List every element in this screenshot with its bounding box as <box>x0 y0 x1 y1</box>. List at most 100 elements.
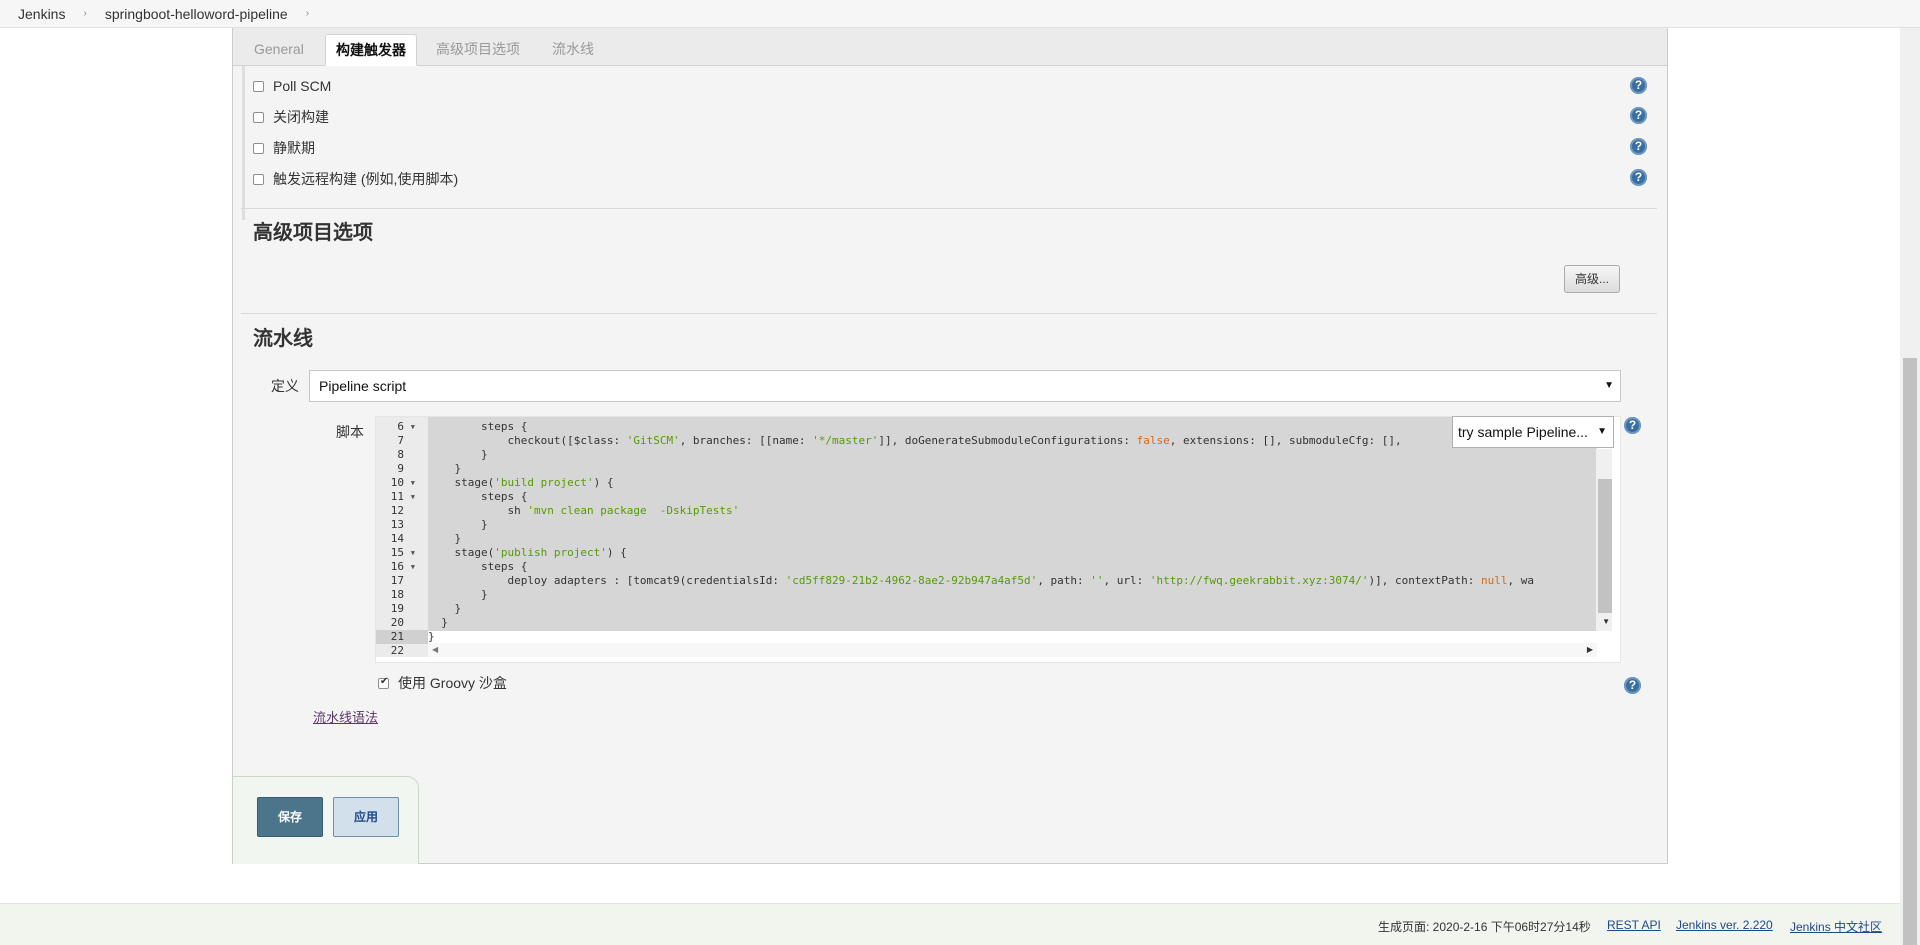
scrollbar-thumb[interactable] <box>1903 358 1917 945</box>
definition-select[interactable]: Pipeline script ▼ <box>309 370 1621 402</box>
line-number-gutter: 6 ▼ 7 8 9 10 ▼ 11 ▼ 12 13 14 15 ▼ 16 ▼ 17 18 19 20 21 22 <box>376 417 428 657</box>
config-panel: General 构建触发器 高级项目选项 流水线 Poll SCM 关闭构建 静… <box>232 28 1668 864</box>
breadcrumb-project[interactable]: springboot-helloword-pipeline <box>105 6 288 22</box>
scrollbar-thumb[interactable] <box>1598 479 1612 613</box>
fold-arrow-icon[interactable]: ▼ <box>411 546 415 560</box>
code-token: stage( <box>454 546 495 559</box>
code-token: stage( <box>454 476 495 489</box>
keyword-token: false <box>1136 434 1170 447</box>
code-token: steps { <box>480 560 528 573</box>
help-icon[interactable]: ? <box>1630 138 1647 155</box>
line-number: 21 <box>376 630 428 644</box>
trigger-disable-build[interactable]: 关闭构建 <box>253 107 329 127</box>
section-divider <box>241 208 1657 209</box>
breadcrumb-separator-icon[interactable]: › <box>83 8 86 19</box>
line-number: 19 <box>376 602 428 616</box>
code-token: } <box>480 518 488 531</box>
fold-arrow-icon[interactable]: ▼ <box>411 560 415 574</box>
line-number-text: 7 <box>397 434 404 447</box>
tab-pipeline[interactable]: 流水线 <box>542 34 604 66</box>
string-literal: 'GitSCM' <box>626 434 680 447</box>
section-stripe <box>242 66 245 220</box>
tab-build-triggers[interactable]: 构建触发器 <box>325 34 417 66</box>
fold-arrow-icon[interactable]: ▼ <box>411 420 415 434</box>
help-icon[interactable]: ? <box>1630 169 1647 186</box>
line-number-text: 18 <box>390 588 404 601</box>
groovy-sandbox-row[interactable]: 使用 Groovy 沙盒 <box>378 673 507 693</box>
line-number: 17 <box>376 574 428 588</box>
code-token: } <box>454 532 462 545</box>
trigger-quiet-period[interactable]: 静默期 <box>253 138 315 158</box>
rest-api-link[interactable]: REST API <box>1607 918 1661 932</box>
advanced-button[interactable]: 高级... <box>1564 265 1620 293</box>
dropdown-arrow-icon: ▼ <box>1604 380 1614 391</box>
line-number-text: 21 <box>390 630 404 643</box>
line-number: 12 <box>376 504 428 518</box>
save-button[interactable]: 保存 <box>257 797 323 837</box>
editor-horizontal-scrollbar[interactable]: ◀ ▶ <box>428 643 1597 657</box>
advanced-section-title: 高级项目选项 <box>253 222 373 244</box>
breadcrumb-jenkins[interactable]: Jenkins <box>18 6 65 22</box>
line-number: 6 ▼ <box>376 420 428 434</box>
code-token: } <box>428 630 435 643</box>
code-area[interactable]: steps { checkout([$class: 'GitSCM', bran… <box>428 417 1597 631</box>
line-number-text: 19 <box>390 602 404 615</box>
editor-vertical-scrollbar[interactable] <box>1596 449 1612 631</box>
remote-build-checkbox[interactable] <box>253 173 264 185</box>
help-icon[interactable]: ? <box>1624 417 1641 434</box>
poll-scm-checkbox[interactable] <box>253 80 264 92</box>
trigger-label: 静默期 <box>273 140 315 156</box>
code-line: } <box>428 630 435 644</box>
line-number-text: 11 <box>390 490 404 503</box>
tab-general[interactable]: General <box>244 34 314 66</box>
code-line: steps { <box>428 490 527 504</box>
groovy-sandbox-label: 使用 Groovy 沙盒 <box>398 675 507 691</box>
trigger-label: Poll SCM <box>273 78 332 94</box>
script-editor[interactable]: 6 ▼ 7 8 9 10 ▼ 11 ▼ 12 13 14 15 ▼ 16 ▼ 17 18 19 20 21 22 step… <box>375 416 1621 663</box>
trigger-remote-build[interactable]: 触发远程构建 (例如,使用脚本) <box>253 169 458 189</box>
line-number: 18 <box>376 588 428 602</box>
apply-button[interactable]: 应用 <box>333 797 399 837</box>
jenkins-community-link[interactable]: Jenkins 中文社区 <box>1790 918 1882 935</box>
scroll-right-arrow-icon[interactable]: ▶ <box>1587 645 1593 654</box>
jenkins-version-link[interactable]: Jenkins ver. 2.220 <box>1676 918 1773 932</box>
line-number: 20 <box>376 616 428 630</box>
save-bar: 保存 应用 <box>233 776 419 864</box>
line-number: 14 <box>376 532 428 546</box>
line-number-text: 17 <box>390 574 404 587</box>
page-vertical-scrollbar[interactable] <box>1900 28 1920 945</box>
line-number-text: 10 <box>390 476 404 489</box>
line-number: 15 ▼ <box>376 546 428 560</box>
scroll-left-arrow-icon[interactable]: ◀ <box>432 645 438 654</box>
trigger-poll-scm[interactable]: Poll SCM <box>253 76 331 96</box>
code-token: , url: <box>1103 574 1150 587</box>
tab-advanced-options[interactable]: 高级项目选项 <box>426 34 530 66</box>
code-token: } <box>454 602 462 615</box>
pipeline-section-title: 流水线 <box>253 328 313 350</box>
string-literal: 'mvn clean package -DskipTests' <box>527 504 740 517</box>
pipeline-syntax-link[interactable]: 流水线语法 <box>313 707 378 726</box>
groovy-sandbox-checkbox[interactable] <box>378 676 389 689</box>
code-line: checkout([$class: 'GitSCM', branches: [[… <box>428 434 1408 448</box>
code-token: , branches: [[name: <box>679 434 813 447</box>
code-line: stage('build project') { <box>428 476 614 490</box>
code-token: sh <box>507 504 528 517</box>
sample-pipeline-select[interactable]: try sample Pipeline... ▼ <box>1452 416 1614 448</box>
fold-arrow-icon[interactable]: ▼ <box>411 490 415 504</box>
disable-build-checkbox[interactable] <box>253 111 264 123</box>
code-token: } <box>441 616 448 629</box>
fold-arrow-icon[interactable]: ▼ <box>411 476 415 490</box>
quiet-period-checkbox[interactable] <box>253 142 264 154</box>
scroll-down-arrow-icon[interactable]: ▼ <box>1602 617 1610 626</box>
code-token: , path: <box>1037 574 1091 587</box>
code-token: steps { <box>480 420 528 433</box>
help-icon[interactable]: ? <box>1630 107 1647 124</box>
breadcrumb-separator-icon[interactable]: › <box>306 8 309 19</box>
help-icon[interactable]: ? <box>1624 677 1641 694</box>
code-token: ) { <box>593 476 614 489</box>
trigger-label: 触发远程构建 (例如,使用脚本) <box>273 171 459 187</box>
line-number-text: 6 <box>397 420 404 433</box>
code-line: steps { <box>428 420 527 434</box>
help-icon[interactable]: ? <box>1630 77 1647 94</box>
sample-pipeline-value: try sample Pipeline... <box>1458 424 1588 440</box>
